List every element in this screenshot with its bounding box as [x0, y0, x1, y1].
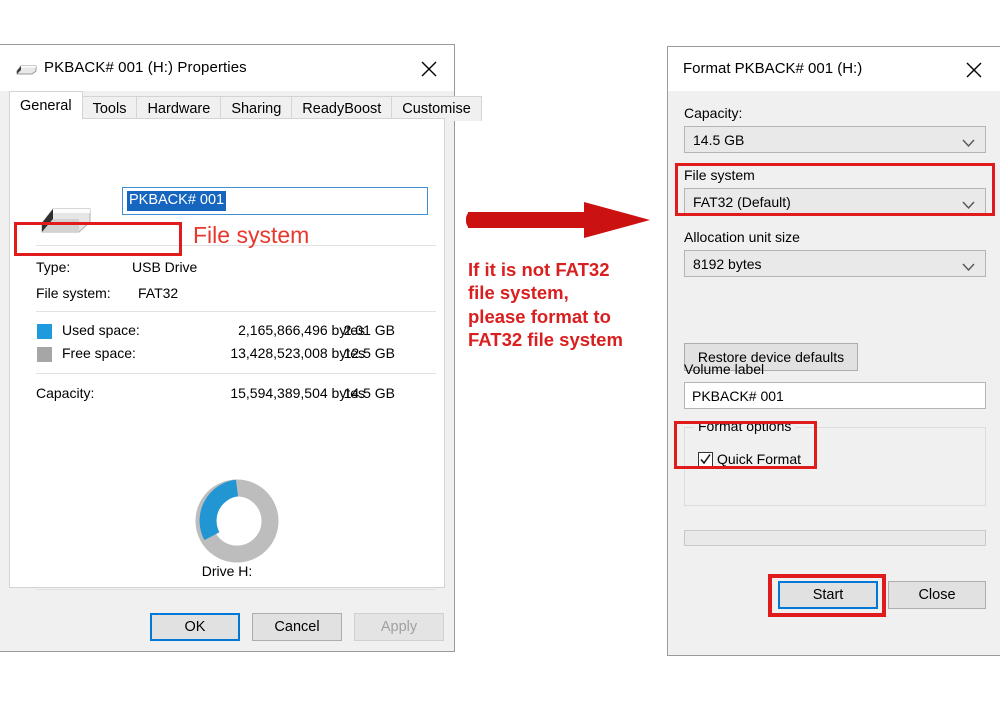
tab-label: Tools — [92, 101, 127, 117]
properties-tabs: General Tools Hardware Sharing ReadyBoos… — [9, 91, 482, 121]
format-titlebar: Format PKBACK# 001 (H:) — [668, 47, 1000, 91]
instruction-line: file system, — [468, 282, 569, 304]
ok-button[interactable]: OK — [150, 613, 240, 641]
disk-usage-donut-chart — [193, 477, 281, 565]
tab-label: Customise — [402, 101, 471, 117]
type-label: Type: — [36, 259, 71, 275]
page-title: PKBACK# 001 (H:) Properties — [44, 59, 247, 76]
apply-button: Apply — [354, 613, 444, 641]
instruction-line: FAT32 file system — [468, 329, 623, 351]
volume-label-value: PKBACK# 001 — [127, 191, 227, 211]
instruction-line: please format to — [468, 305, 611, 327]
cancel-label: Cancel — [274, 619, 320, 635]
capacity-select[interactable]: 14.5 GB — [684, 126, 986, 153]
format-progress-bar — [684, 530, 986, 546]
filesystem-callout-text: File system — [193, 222, 310, 248]
allocation-unit-label: Allocation unit size — [684, 229, 800, 245]
free-space-swatch — [37, 347, 52, 362]
capacity-value: 14.5 GB — [693, 131, 745, 148]
volume-label-label: Volume label — [684, 361, 765, 377]
tab-label: General — [20, 97, 72, 114]
type-value: USB Drive — [132, 259, 198, 275]
tab-label: Hardware — [147, 101, 211, 117]
filesystem-highlight-box — [675, 163, 995, 216]
capacity-label: Capacity: — [36, 385, 95, 401]
used-space-gb: 2.01 GB — [343, 322, 395, 338]
drive-properties-dialog: PKBACK# 001 (H:) Properties General Tool… — [0, 44, 482, 652]
filesystem-value: FAT32 — [138, 285, 179, 301]
tab-label: ReadyBoost — [302, 101, 382, 117]
close-label: Close — [918, 587, 956, 603]
screenshot-root: PKBACK# 001 (H:) Properties General Tool… — [0, 0, 1000, 701]
used-space-swatch — [37, 324, 52, 339]
properties-titlebar: PKBACK# 001 (H:) Properties — [0, 45, 454, 91]
volume-label-input[interactable]: PKBACK# 001 — [684, 382, 986, 409]
usb-drive-icon — [14, 63, 38, 76]
capacity-label: Capacity: — [684, 105, 743, 121]
free-space-gb: 12.5 GB — [343, 345, 395, 361]
general-tab-panel: PKBACK# 001 Type: USB Drive File system:… — [9, 118, 445, 590]
instruction-line: If it is not FAT32 — [468, 259, 610, 280]
used-space-label: Used space: — [62, 322, 140, 338]
quick-format-highlight-box — [674, 421, 817, 469]
chevron-down-icon — [962, 135, 975, 151]
capacity-gb: 14.5 GB — [343, 385, 395, 401]
volume-label-value: PKBACK# 001 — [692, 387, 784, 404]
divider — [36, 373, 436, 374]
close-icon[interactable] — [414, 55, 444, 81]
close-icon[interactable] — [960, 56, 988, 82]
ok-label: OK — [184, 619, 206, 635]
divider — [36, 311, 436, 312]
tab-general[interactable]: General — [9, 91, 83, 119]
format-dialog-title: Format PKBACK# 001 (H:) — [683, 60, 863, 77]
close-button[interactable]: Close — [888, 581, 986, 609]
right-arrow-icon — [466, 200, 652, 240]
allocation-unit-value: 8192 bytes — [693, 255, 762, 272]
format-dialog: Format PKBACK# 001 (H:) Capacity: 14.5 G… — [667, 46, 1000, 656]
apply-label: Apply — [380, 619, 418, 635]
instruction-annotation: If it is not FAT32 file system, please f… — [468, 258, 658, 352]
cancel-button[interactable]: Cancel — [252, 613, 342, 641]
chevron-down-icon — [962, 259, 975, 275]
allocation-unit-select[interactable]: 8192 bytes — [684, 250, 986, 277]
start-button-highlight-box — [768, 574, 886, 617]
drive-caption: Drive H: — [201, 563, 253, 579]
tab-label: Sharing — [231, 101, 282, 117]
volume-label-input[interactable]: PKBACK# 001 — [122, 187, 428, 215]
free-space-label: Free space: — [62, 345, 136, 361]
filesystem-highlight-box — [14, 222, 182, 256]
filesystem-label: File system: — [36, 285, 111, 301]
divider — [36, 589, 436, 590]
